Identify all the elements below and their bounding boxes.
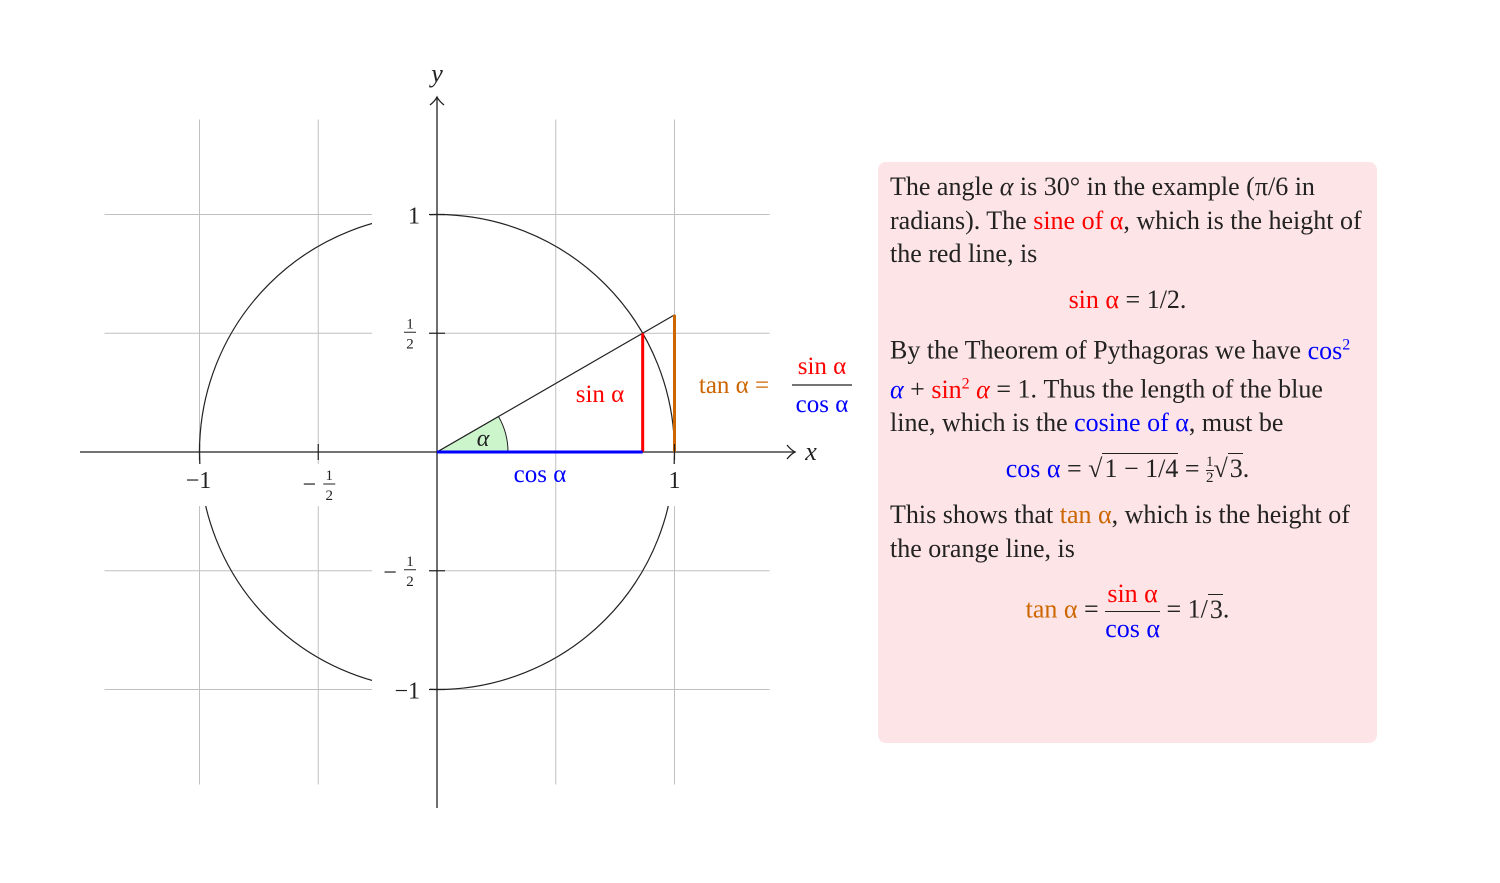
text: . [1242, 453, 1250, 483]
y-axis-label: y [428, 59, 443, 88]
text: = [1077, 594, 1106, 624]
text: The angle [890, 172, 1000, 201]
text: α [969, 374, 990, 404]
text: cosine of α [1074, 408, 1189, 438]
text: By the Theorem of Pythagoras we have [890, 335, 1308, 365]
sine-link-text: sine of α [1033, 205, 1124, 235]
text: = [1178, 453, 1206, 483]
text: tan α [1025, 594, 1078, 624]
paragraph-3: This shows that tan α, which is the heig… [890, 498, 1365, 565]
x-tick-label: 1 [326, 468, 334, 484]
text: , must be [1188, 408, 1284, 438]
x-tick-label: 1 [669, 468, 681, 494]
tan-numerator: sin α [798, 353, 847, 380]
text: sin [931, 374, 962, 404]
text: . [1222, 594, 1230, 624]
x-axis-label: x [804, 437, 817, 466]
text: cos [1307, 335, 1343, 365]
label-background [292, 464, 345, 506]
text: cos α [1005, 453, 1061, 483]
equation-tan: tan α = sin α cos α = 1/3. [890, 577, 1365, 646]
x-tick-label: −1 [186, 468, 212, 494]
y-tick-label: 1 [406, 316, 414, 332]
x-tick-label: − [302, 472, 316, 498]
label-background [372, 550, 430, 591]
tan-label: tan α = [699, 372, 769, 399]
equation-sin: sin α = 1/2. [890, 283, 1365, 317]
y-tick-label: 1 [408, 204, 420, 230]
label-background [372, 194, 430, 235]
text: 3 [1227, 452, 1243, 483]
tan-denominator: cos α [796, 391, 849, 418]
paragraph-2: By the Theorem of Pythagoras we have cos… [890, 328, 1365, 440]
text: cos α [1105, 614, 1160, 644]
text: sin α [1068, 284, 1120, 314]
text: 1 − 1/4 [1102, 452, 1179, 483]
fraction: sin α cos α [1105, 577, 1160, 646]
text: This shows that [890, 500, 1060, 530]
fraction: 12 [1206, 455, 1214, 486]
y-tick-label: 2 [406, 336, 414, 352]
label-background [372, 313, 430, 354]
text: 2 [1206, 470, 1214, 487]
y-tick-label: 2 [406, 574, 414, 590]
text: sin α [1105, 577, 1160, 613]
y-tick-label: − [383, 560, 397, 586]
text: = 1/ [1159, 594, 1208, 624]
text: 1 [1206, 454, 1214, 472]
equation-cos: cos α = √1 − 1/4 = 1 2 √3. [1005, 452, 1250, 487]
explanation-box: The angle α is 30° in the example (π/6 i… [878, 162, 1377, 743]
text: α [890, 374, 904, 404]
text: 2 [1342, 336, 1351, 353]
paragraph-1: The angle α is 30° in the example (π/6 i… [890, 170, 1365, 271]
y-tick-label: −1 [394, 679, 420, 705]
angle-wedge [435, 415, 509, 453]
text: 3 [1207, 593, 1223, 624]
text: tan α [1059, 500, 1112, 530]
sin-label: sin α [576, 381, 625, 408]
text: = [1060, 453, 1089, 483]
text: 2 [961, 375, 970, 393]
cos-label: cos α [514, 461, 567, 488]
trig-figure: xyα−1−121112− 12−1sin αcos αtan α =sin αc… [80, 59, 852, 808]
angle-label: α [477, 426, 490, 452]
y-tick-label: 1 [406, 554, 414, 570]
x-tick-label: 2 [326, 488, 334, 504]
text: = 1/2. [1119, 284, 1187, 314]
text: + [903, 374, 932, 404]
text: α [999, 172, 1014, 201]
sin-squared: sin2 α [931, 375, 990, 404]
